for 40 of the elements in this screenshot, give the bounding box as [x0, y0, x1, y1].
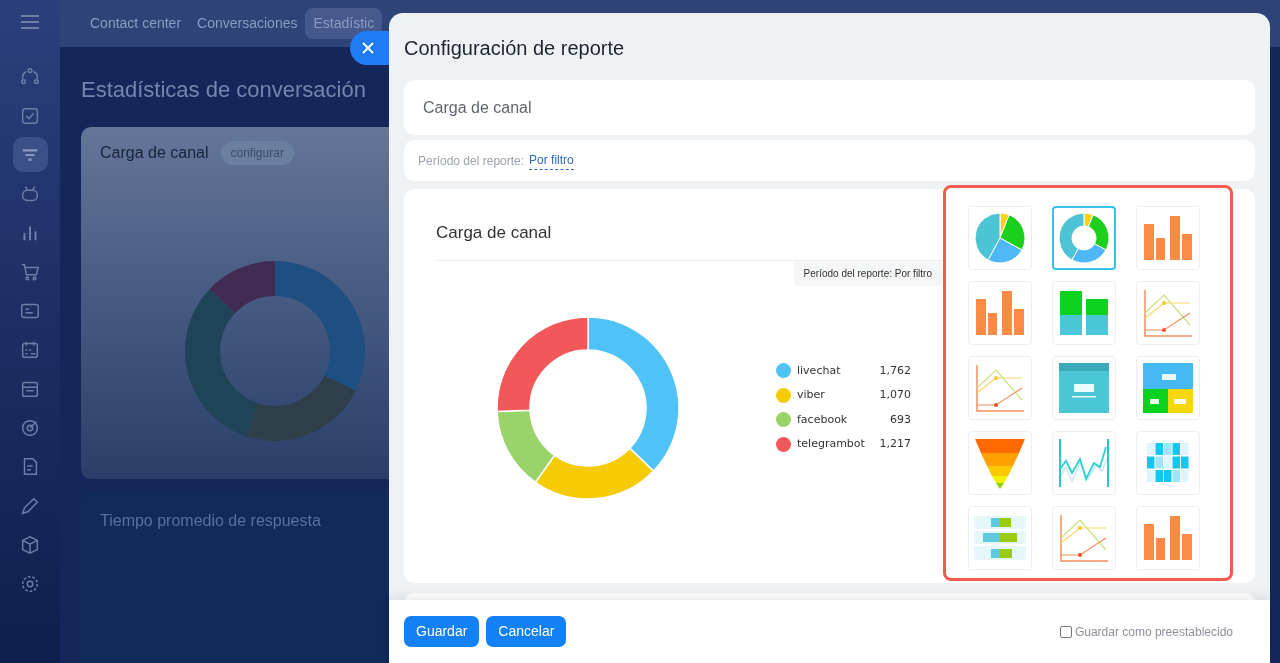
- chart-type-option[interactable]: [1052, 206, 1116, 270]
- legend-label: livechat: [797, 362, 841, 379]
- preset-label: Guardar como preestablecido: [1074, 623, 1233, 641]
- page-title: Estadísticas de conversación: [81, 76, 367, 104]
- save-button[interactable]: Guardar: [404, 616, 480, 647]
- line-chart-icon: [1058, 512, 1110, 564]
- funnel-chart-icon: [974, 437, 1026, 489]
- card-title: Tiempo promedio de respuesta: [100, 512, 321, 529]
- pie-chart-icon: [974, 212, 1026, 264]
- legend-label: facebook: [797, 411, 848, 428]
- donut-chart-icon: [1058, 212, 1110, 264]
- sidebar-item[interactable]: [12, 137, 48, 172]
- nav-tab[interactable]: Estadístic: [305, 8, 383, 39]
- close-icon: [362, 42, 374, 54]
- nav-tab[interactable]: Contact center: [82, 8, 190, 39]
- tiles-widget-icon: [1142, 362, 1194, 414]
- period-label: Período del reporte:: [418, 152, 525, 170]
- number-widget-icon: [1058, 362, 1110, 414]
- period-link[interactable]: Por filtro: [529, 151, 574, 170]
- legend-value: 1,070: [879, 387, 911, 403]
- dialog-title: Configuración de reporte: [404, 36, 626, 61]
- nav-tab[interactable]: Conversaciones: [189, 8, 306, 39]
- legend-value: 1,217: [879, 436, 911, 452]
- legend-value: 1,762: [879, 362, 911, 379]
- chart-title: Carga de canal: [436, 220, 942, 261]
- name-field[interactable]: Carga de canal: [404, 80, 1255, 135]
- line-chart-icon: [1142, 287, 1194, 339]
- preset-checkbox[interactable]: [1059, 625, 1072, 638]
- wave-chart-icon: [1058, 437, 1110, 489]
- heatmap-icon: [1147, 443, 1189, 483]
- cancel-button[interactable]: Cancelar: [486, 616, 567, 647]
- period-badge: Período del reporte: Por filtro: [793, 260, 942, 286]
- menu-icon[interactable]: [21, 15, 39, 29]
- card-title: Carga de canal: [100, 143, 209, 163]
- box-icon: [19, 533, 41, 556]
- legend-value: 693: [890, 411, 911, 428]
- legend-label: viber: [797, 387, 825, 403]
- line-chart-icon: [974, 362, 1026, 414]
- legend-label: telegrambot: [797, 436, 865, 452]
- horizontal-bar-chart-icon: [974, 516, 1026, 560]
